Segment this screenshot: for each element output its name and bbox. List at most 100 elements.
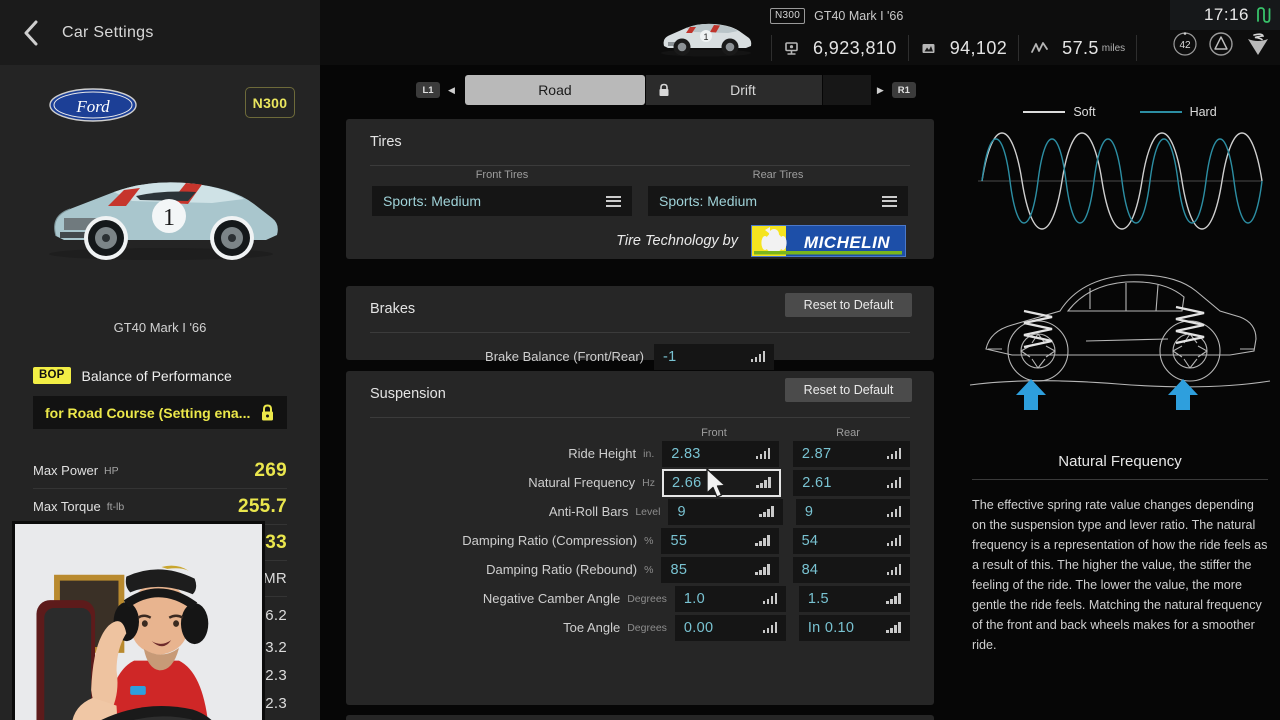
l1-bumper-hint: L1 [416, 82, 440, 98]
level-bars-icon [886, 564, 901, 575]
suspension-row: Ride Height in. 2.83 2.87 [346, 439, 934, 468]
suspension-front-field[interactable]: 9 [668, 498, 783, 525]
suspension-rear-field[interactable]: 54 [792, 527, 910, 554]
suspension-rows: Ride Height in. 2.83 2.87 Natural Frequency H… [346, 439, 934, 642]
shield-s-icon[interactable] [1244, 30, 1272, 63]
suspension-row-label: Ride Height [568, 446, 637, 461]
brake-balance-field[interactable]: -1 [654, 343, 774, 370]
suspension-row-label: Damping Ratio (Compression) [462, 533, 638, 548]
spec-name: Max Power [33, 463, 99, 478]
hamburger-icon[interactable] [606, 195, 621, 207]
car-suspension-diagram [969, 274, 1271, 410]
suspension-rear-field[interactable]: 2.61 [793, 469, 910, 496]
svg-text:1: 1 [163, 205, 175, 231]
tab-drift-label: Drift [730, 82, 756, 98]
suspension-row-unit: Hz [642, 476, 656, 489]
svg-text:MICHELIN: MICHELIN [804, 233, 890, 252]
rear-tire-field[interactable]: Sports: Medium [648, 186, 908, 216]
front-tire-field[interactable]: Sports: Medium [372, 186, 632, 216]
bop-setting-bar[interactable]: for Road Course (Setting ena... [33, 396, 287, 429]
tire-technology-row: Tire Technology by MICHELIN [346, 216, 934, 266]
suspension-rear-field[interactable]: 84 [792, 556, 910, 583]
suspension-row-unit: in. [643, 447, 655, 460]
hamburger-icon[interactable] [882, 195, 897, 207]
suspension-row-label: Negative Camber Angle [482, 591, 621, 606]
page-title: Car Settings [62, 23, 154, 41]
brakes-header: Brakes Reset to Default [346, 286, 934, 332]
suspension-front-field[interactable]: 2.66 [662, 468, 781, 497]
suspension-rear-field[interactable]: 1.5 [798, 585, 910, 612]
category-pill: N300 [245, 87, 295, 118]
divider [1136, 35, 1138, 61]
tire-columns: Front Tires Sports: Medium Rear Tires Sp… [346, 169, 934, 216]
suspension-row: Toe Angle Degrees 0.00 In 0.10 [346, 613, 934, 642]
suspension-reset-label: Reset to Default [803, 383, 894, 397]
suspension-front-field[interactable]: 0.00 [674, 614, 787, 641]
level-bars-icon [762, 622, 778, 633]
collector-icon [920, 40, 937, 57]
suspension-rear-field[interactable]: 9 [795, 498, 910, 525]
divider [370, 165, 910, 166]
brake-balance-value: -1 [663, 348, 677, 365]
top-bar: Car Settings 1 N300 GT40 Mark I '66 6,92… [0, 0, 1280, 65]
legend-hard: Hard [1139, 105, 1217, 119]
suspension-front-field[interactable]: 85 [661, 556, 779, 583]
tab-next-partial[interactable] [822, 75, 871, 105]
r1-bumper-hint: R1 [891, 82, 916, 98]
divider [370, 417, 910, 418]
spec-value: MR [263, 570, 287, 587]
tab-road-label: Road [538, 82, 572, 98]
level-bars-icon [756, 477, 771, 488]
level-bars-icon [762, 593, 778, 604]
credits-value: 6,923,810 [813, 37, 897, 58]
tires-panel: Tires Front Tires Sports: Medium Rear Ti… [346, 119, 934, 259]
svg-text:Ford: Ford [75, 97, 110, 116]
bop-setting-text: for Road Course (Setting ena... [45, 404, 251, 421]
spec-value: 269 [254, 459, 287, 481]
rear-tire-column: Rear Tires Sports: Medium [648, 169, 908, 216]
car-thumbnail-icon: 1 [661, 23, 752, 57]
svg-text:1: 1 [703, 32, 708, 42]
suspension-front-field[interactable]: 2.83 [662, 440, 780, 467]
tab-road[interactable]: Road [464, 75, 645, 105]
level-bars-icon [759, 506, 774, 517]
brakes-title: Brakes [370, 301, 416, 317]
suspension-rear-field[interactable]: 2.87 [792, 440, 910, 467]
spec-row: Max Power HP 269 [33, 453, 287, 489]
rank-triangle-icon[interactable] [1208, 31, 1234, 62]
brake-balance-label: Brake Balance (Front/Rear) [485, 349, 644, 364]
tires-header: Tires [346, 119, 934, 165]
suspension-rear-value: 1.5 [807, 590, 829, 607]
triangle-right-icon[interactable]: ▶ [877, 85, 884, 96]
front-tire-header: Front Tires [475, 169, 529, 181]
suspension-row-unit: % [644, 534, 654, 547]
spec-value: 255.7 [237, 495, 287, 517]
suspension-rear-value: 2.61 [802, 474, 832, 491]
suspension-front-field[interactable]: 1.0 [674, 585, 787, 612]
suspension-row: Natural Frequency Hz 2.66 2.61 [346, 468, 934, 497]
front-tire-value: Sports: Medium [383, 193, 482, 209]
suspension-row-unit: Degrees [627, 592, 667, 605]
suspension-reset-button[interactable]: Reset to Default [785, 378, 912, 402]
level-badge[interactable]: 42 [1172, 31, 1198, 62]
trend-icon [1030, 40, 1049, 57]
tab-drift[interactable]: Drift [645, 75, 822, 105]
spec-row: Max Torque ft-lb 255.7 [33, 489, 287, 525]
lock-icon [262, 403, 273, 420]
triangle-left-icon[interactable]: ◀ [448, 85, 455, 96]
level-bars-icon [886, 506, 901, 517]
suspension-rear-value: 9 [804, 503, 814, 520]
divider [907, 35, 909, 61]
bop-label: Balance of Performance [81, 367, 232, 384]
category-pill-label: N300 [252, 94, 288, 111]
car-name-label: GT40 Mark I '66 [814, 9, 904, 23]
distance-unit: miles [1101, 42, 1126, 54]
brakes-reset-button[interactable]: Reset to Default [785, 293, 912, 317]
suspension-panel: Suspension Reset to Default Front Rear R… [346, 371, 934, 705]
front-tire-column: Front Tires Sports: Medium [372, 169, 632, 216]
car-category-badge: N300 [770, 8, 806, 24]
back-button[interactable] [0, 0, 62, 65]
suspension-rear-field[interactable]: In 0.10 [798, 614, 910, 641]
col-rear-label: Rear [836, 427, 860, 439]
suspension-front-field[interactable]: 55 [661, 527, 779, 554]
